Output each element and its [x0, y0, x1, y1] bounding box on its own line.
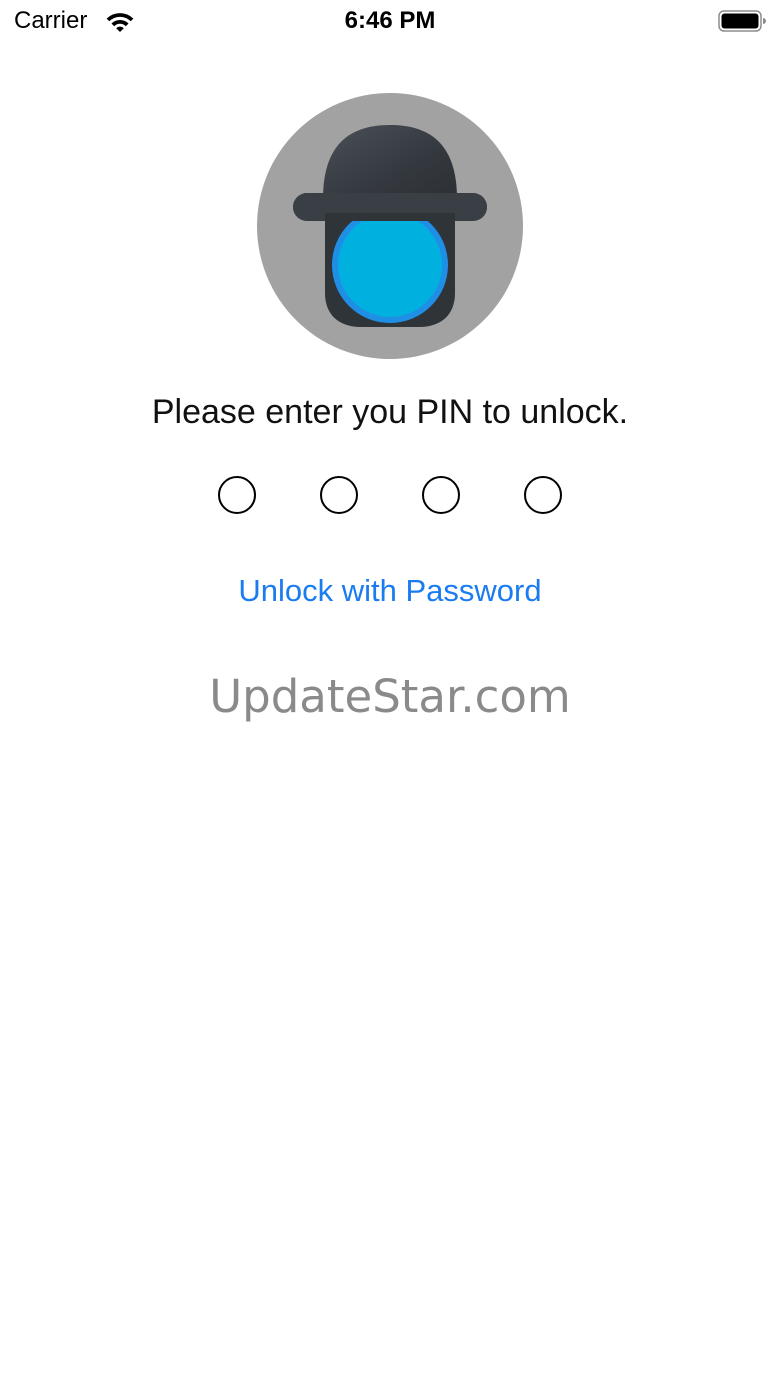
status-bar: Carrier 6:46 PM [0, 0, 780, 44]
pin-dot [218, 476, 256, 514]
unlock-with-password-link[interactable]: Unlock with Password [0, 572, 780, 610]
pin-entry-indicator [0, 476, 780, 516]
bowler-hat-lock-icon [257, 93, 523, 359]
pin-dot [422, 476, 460, 514]
watermark: UpdateStar.com [209, 670, 571, 723]
pin-prompt: Please enter you PIN to unlock. [151, 393, 629, 431]
battery-icon [718, 10, 766, 32]
pin-dot [320, 476, 358, 514]
pin-dot [524, 476, 562, 514]
clock-time: 6:46 PM [344, 7, 436, 34]
